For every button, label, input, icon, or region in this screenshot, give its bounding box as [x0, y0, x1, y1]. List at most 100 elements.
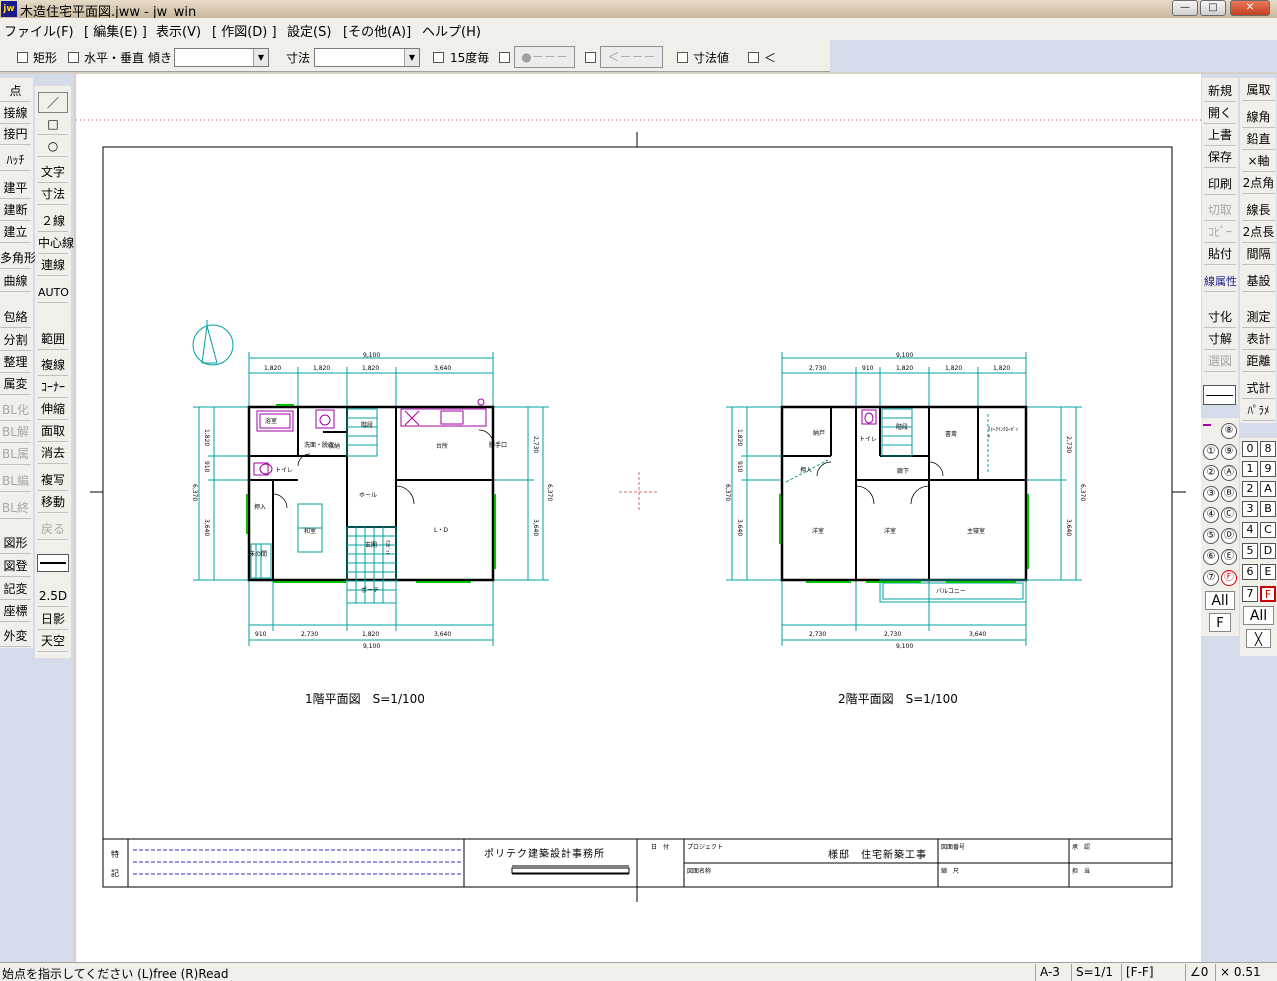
tool-copy[interactable]: 複写: [38, 470, 68, 491]
layer-close-button[interactable]: ╳: [1246, 629, 1271, 648]
dot-line-button[interactable]: ●－－－: [514, 46, 575, 68]
layer-b[interactable]: B: [1260, 501, 1276, 517]
layer-group-a[interactable]: Ⓐ: [1221, 465, 1237, 481]
tool-print[interactable]: 印刷: [1204, 174, 1236, 195]
tool-bl-release[interactable]: BL解: [0, 422, 31, 443]
status-angle[interactable]: ∠0: [1185, 964, 1215, 981]
tool-dim-make[interactable]: 寸化: [1204, 307, 1236, 328]
tool-attr-get[interactable]: 属取: [1242, 80, 1275, 101]
tool-polygon[interactable]: 多角形: [0, 248, 36, 269]
layer-group-e[interactable]: Ⓔ: [1221, 549, 1237, 565]
tool-distance[interactable]: 距離: [1242, 351, 1275, 372]
tool-save[interactable]: 保存: [1204, 147, 1236, 168]
layer-group-d[interactable]: Ⓓ: [1221, 528, 1237, 544]
tool-undo[interactable]: 戻る: [38, 519, 68, 540]
tool-circle[interactable]: ○: [38, 136, 68, 157]
tool-section[interactable]: 建断: [0, 200, 31, 221]
layer-f[interactable]: F: [1260, 586, 1276, 602]
menu-settings[interactable]: 設定(S): [287, 21, 331, 40]
tool-move[interactable]: 移動: [38, 492, 68, 513]
tool-bl-end[interactable]: BL終: [0, 498, 31, 519]
menu-help[interactable]: ヘルプ(H): [422, 21, 481, 40]
tool-new[interactable]: 新規: [1204, 81, 1236, 102]
lt-checkbox[interactable]: [585, 52, 596, 63]
tool-line-length[interactable]: 線長: [1242, 200, 1275, 221]
layer-0[interactable]: 0: [1242, 441, 1258, 457]
layer-group-2[interactable]: ②: [1203, 465, 1219, 481]
tool-curve[interactable]: 曲線: [0, 271, 31, 292]
tool-divide[interactable]: 分割: [0, 330, 31, 351]
layer-8[interactable]: 8: [1260, 441, 1276, 457]
layer-group-f-button[interactable]: F: [1209, 613, 1231, 632]
menu-other[interactable]: [その他(A)]: [343, 21, 411, 40]
status-layer-group[interactable]: [F-F]: [1121, 964, 1185, 981]
tool-vertical[interactable]: 鉛直: [1242, 129, 1275, 150]
tool-chamfer[interactable]: 面取: [38, 421, 68, 442]
layer-6[interactable]: 6: [1242, 564, 1258, 580]
tool-corner[interactable]: ｺｰﾅｰ: [38, 377, 68, 398]
minimize-button[interactable]: —: [1172, 0, 1198, 16]
layer-5[interactable]: 5: [1242, 543, 1258, 559]
tool-cut[interactable]: 切取: [1204, 200, 1236, 221]
line-type-indicator[interactable]: [37, 554, 69, 572]
deg15-checkbox[interactable]: [433, 52, 444, 63]
tool-continuous-line[interactable]: 連線: [38, 255, 68, 276]
tool-hatch[interactable]: ﾊｯﾁ: [0, 150, 31, 171]
tool-line[interactable]: ／: [38, 92, 68, 113]
tool-range[interactable]: 範囲: [38, 329, 68, 350]
right-line-indicator[interactable]: [1203, 385, 1236, 405]
tool-copy-clip[interactable]: ｺﾋﾟｰ: [1204, 222, 1236, 243]
tool-extend[interactable]: 伸縮: [38, 399, 68, 420]
dimval-checkbox[interactable]: [677, 52, 688, 63]
tool-attr-change[interactable]: 属変: [0, 374, 31, 395]
tool-2-5d[interactable]: 2.5D: [38, 586, 68, 607]
drawing-canvas[interactable]: 9,100 1,820 1,820 1,820 3,640 910 2,730 …: [76, 74, 1201, 962]
layer-group-1[interactable]: ①: [1203, 444, 1219, 460]
tool-paste[interactable]: 貼付: [1204, 244, 1236, 265]
tool-open[interactable]: 開く: [1204, 103, 1236, 124]
close-button[interactable]: ✕: [1230, 0, 1270, 16]
layer-group-5[interactable]: ⑤: [1203, 528, 1219, 544]
tool-rect[interactable]: □: [38, 114, 68, 135]
tool-table-calc[interactable]: 表計: [1242, 329, 1275, 350]
tool-point[interactable]: 点: [0, 81, 31, 102]
tool-formula[interactable]: 式計: [1242, 378, 1275, 399]
tool-base-settings[interactable]: 基設: [1242, 271, 1275, 292]
tool-bl-edit[interactable]: BL編: [0, 471, 31, 492]
tool-select-fig[interactable]: 選図: [1204, 351, 1236, 372]
status-paper-size[interactable]: A-3: [1035, 964, 1071, 981]
layer-a[interactable]: A: [1260, 481, 1276, 497]
tool-figure-register[interactable]: 図登: [0, 556, 31, 577]
tool-text[interactable]: 文字: [38, 162, 68, 183]
tool-tangent[interactable]: 接線: [0, 103, 31, 124]
tool-auto[interactable]: AUTO: [38, 282, 69, 303]
tool-offset[interactable]: 複線: [38, 355, 68, 376]
menu-file[interactable]: ファイル(F): [4, 21, 74, 40]
tool-line-attr[interactable]: 線属性: [1204, 271, 1237, 292]
tool-envelope[interactable]: 包絡: [0, 307, 31, 328]
layer-9[interactable]: 9: [1260, 461, 1276, 477]
menu-view[interactable]: 表示(V): [156, 21, 201, 40]
tool-text-change[interactable]: 記変: [0, 579, 31, 600]
dot-checkbox[interactable]: [499, 52, 510, 63]
layer-group-6[interactable]: ⑥: [1203, 549, 1219, 565]
tool-shadow[interactable]: 日影: [38, 609, 68, 630]
tool-center-line[interactable]: 中心線: [38, 233, 74, 254]
layer-group-f[interactable]: Ⓕ: [1221, 570, 1237, 586]
layer-7[interactable]: 7: [1242, 586, 1258, 602]
layer-2[interactable]: 2: [1242, 481, 1258, 497]
layer-e[interactable]: E: [1260, 564, 1276, 580]
menu-edit[interactable]: [ 編集(E) ]: [84, 21, 147, 40]
tool-interval[interactable]: 間隔: [1242, 244, 1275, 265]
tool-sky[interactable]: 天空: [38, 631, 68, 652]
layer-group-all[interactable]: All: [1205, 591, 1235, 610]
layer-group-3[interactable]: ③: [1203, 486, 1219, 502]
tool-cleanup[interactable]: 整理: [0, 352, 31, 373]
layer-group-9[interactable]: ⑨: [1221, 444, 1237, 460]
tool-dim-release[interactable]: 寸解: [1204, 329, 1236, 350]
hv-checkbox[interactable]: [68, 52, 79, 63]
maximize-button[interactable]: □: [1200, 0, 1226, 16]
tool-bl-attr[interactable]: BL属: [0, 444, 31, 465]
lt2-checkbox[interactable]: [748, 52, 759, 63]
tool-elevation[interactable]: 建立: [0, 222, 31, 243]
